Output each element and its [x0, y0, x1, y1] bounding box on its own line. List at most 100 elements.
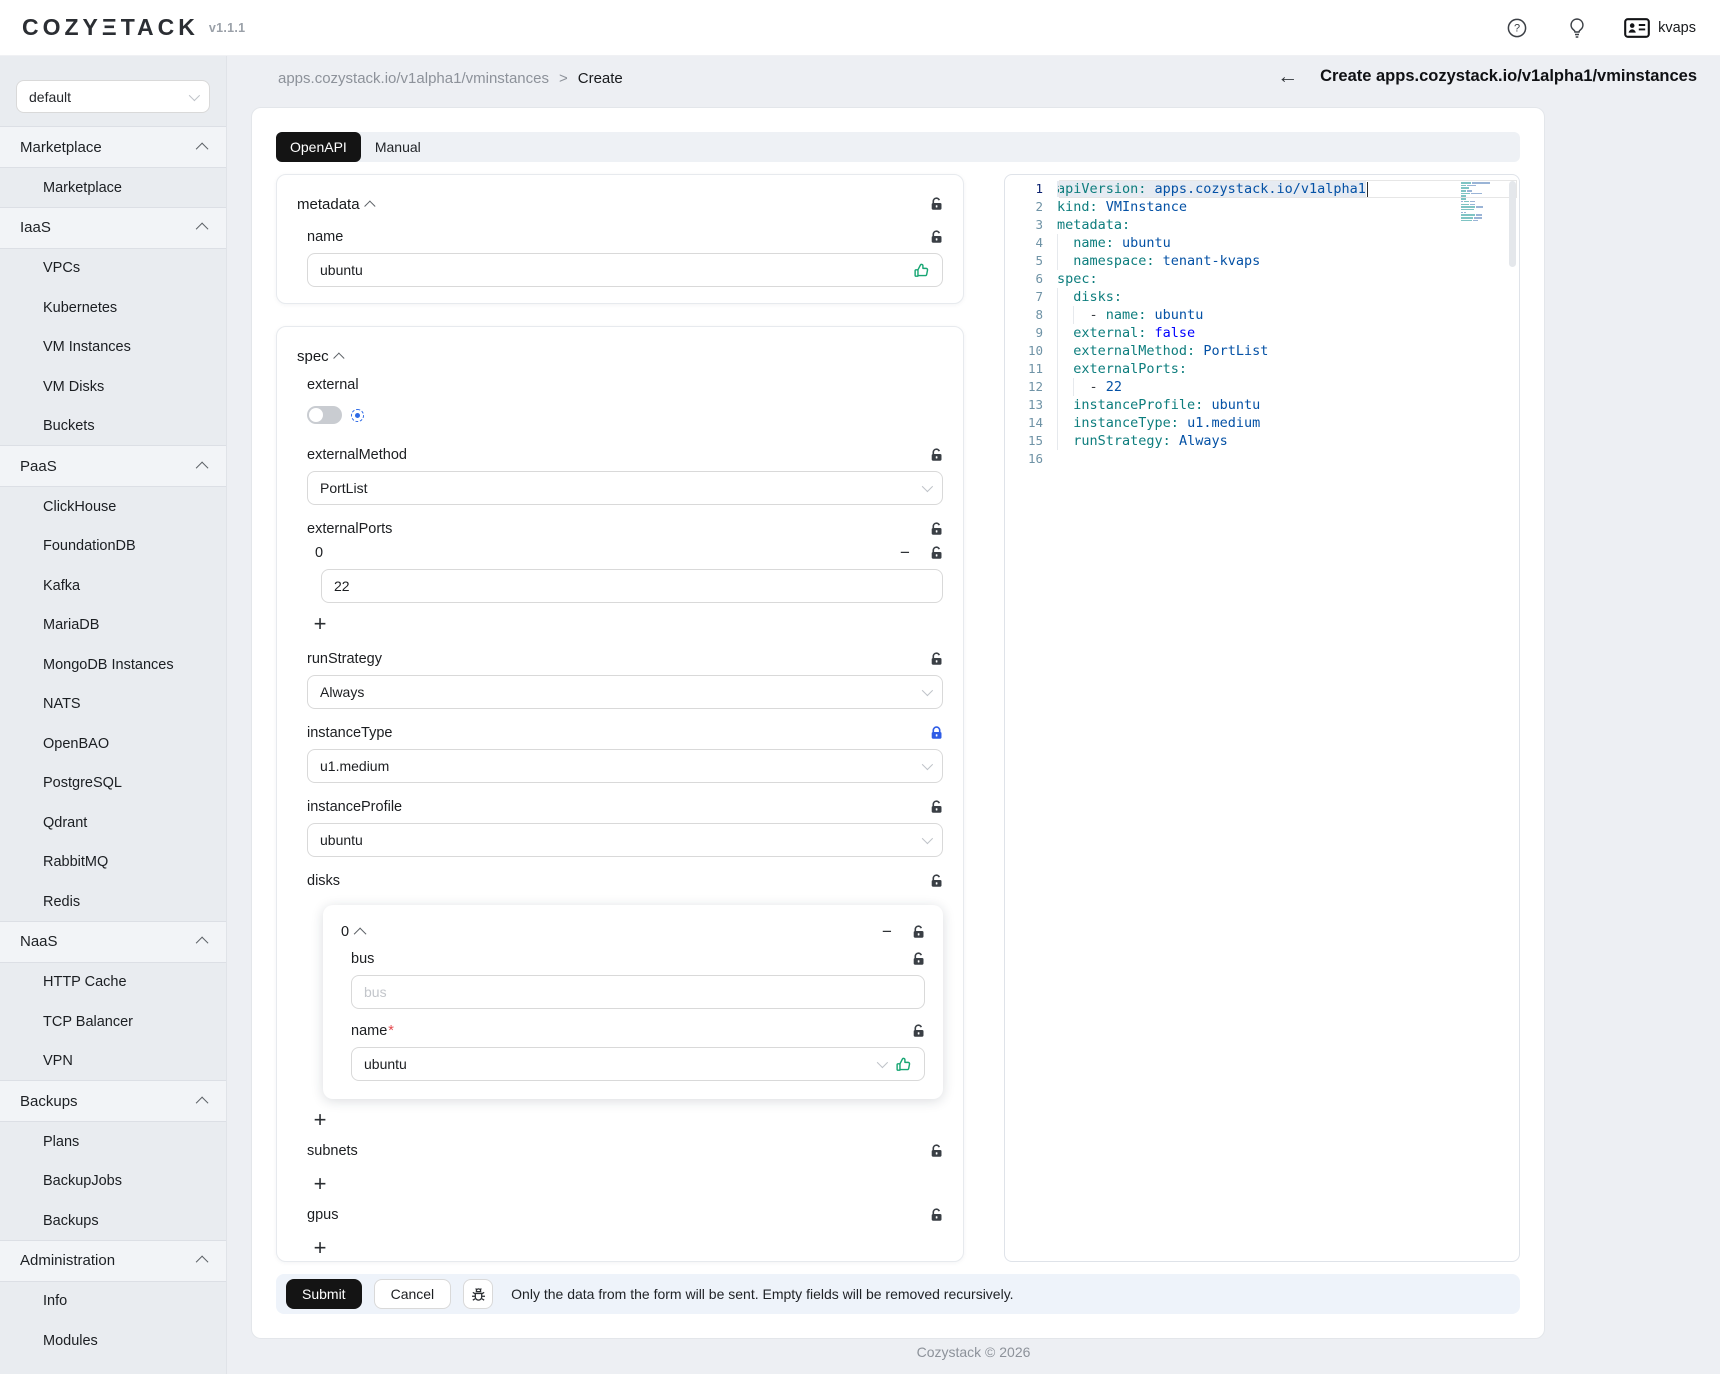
sidebar-item-nats[interactable]: NATS: [0, 685, 226, 725]
sidebar-item-vm-disks[interactable]: VM Disks: [0, 367, 226, 407]
sidebar-item-vm-instances[interactable]: VM Instances: [0, 328, 226, 368]
sidebar-item-foundationdb[interactable]: FoundationDB: [0, 527, 226, 567]
editor-minimap[interactable]: [1461, 182, 1503, 225]
disk-item-toggle[interactable]: 0: [341, 924, 366, 940]
yaml-line[interactable]: 9 external: false: [1005, 324, 1519, 342]
user-menu[interactable]: kvaps: [1624, 18, 1696, 38]
sidebar-item-backupjobs[interactable]: BackupJobs: [0, 1162, 226, 1202]
sidebar-item-rabbitmq[interactable]: RabbitMQ: [0, 843, 226, 883]
external-toggle[interactable]: [307, 406, 342, 424]
sidebar-group-paas[interactable]: PaaS: [0, 445, 226, 487]
sidebar-item-qdrant[interactable]: Qdrant: [0, 803, 226, 843]
tab-manual[interactable]: Manual: [361, 132, 435, 162]
yaml-line[interactable]: 10 externalMethod: PortList: [1005, 342, 1519, 360]
namespace-select[interactable]: default: [16, 80, 210, 113]
lock-open-icon[interactable]: [912, 1024, 925, 1038]
yaml-line[interactable]: 8 - name: ubuntu: [1005, 306, 1519, 324]
yaml-line[interactable]: 12 - 22: [1005, 378, 1519, 396]
sidebar-item-kubernetes[interactable]: Kubernetes: [0, 288, 226, 328]
instancetype-select[interactable]: u1.medium: [307, 749, 943, 783]
lock-closed-icon[interactable]: [930, 726, 943, 740]
spec-section-toggle[interactable]: spec: [297, 348, 345, 365]
sidebar-item-clickhouse[interactable]: ClickHouse: [0, 487, 226, 527]
disk-bus-input[interactable]: [364, 984, 912, 1000]
sidebar-group-iaas[interactable]: IaaS: [0, 207, 226, 249]
gpus-label: gpus: [307, 1207, 338, 1223]
runstrategy-select[interactable]: Always: [307, 675, 943, 709]
sidebar-item-redis[interactable]: Redis: [0, 882, 226, 922]
sidebar-item-buckets[interactable]: Buckets: [0, 407, 226, 447]
sidebar-group-administration[interactable]: Administration: [0, 1240, 226, 1282]
lock-open-icon[interactable]: [930, 874, 943, 888]
footer-copyright: Cozystack © 2026: [227, 1344, 1720, 1360]
metadata-section-toggle[interactable]: metadata: [297, 196, 376, 213]
lock-open-icon[interactable]: [912, 925, 925, 939]
line-number: 15: [1005, 432, 1057, 450]
sidebar-item-tcp-balancer[interactable]: TCP Balancer: [0, 1002, 226, 1042]
externalports-item-input[interactable]: [334, 578, 930, 594]
externalmethod-select[interactable]: PortList: [307, 471, 943, 505]
lock-open-icon[interactable]: [930, 230, 943, 244]
yaml-line[interactable]: 2kind: VMInstance: [1005, 198, 1519, 216]
cancel-button[interactable]: Cancel: [374, 1279, 452, 1309]
help-button[interactable]: ?: [1504, 15, 1530, 41]
sidebar-item-info[interactable]: Info: [0, 1282, 226, 1322]
lock-open-icon[interactable]: [912, 952, 925, 966]
lock-open-icon[interactable]: [930, 652, 943, 666]
lock-open-icon[interactable]: [930, 448, 943, 462]
yaml-code[interactable]: 1apiVersion: apps.cozystack.io/v1alpha12…: [1005, 175, 1519, 468]
lock-open-icon[interactable]: [930, 800, 943, 814]
add-gpu-button[interactable]: +: [305, 1233, 335, 1262]
sidebar-item-vpn[interactable]: VPN: [0, 1042, 226, 1082]
yaml-line[interactable]: 5 namespace: tenant-kvaps: [1005, 252, 1519, 270]
remove-disk-button[interactable]: −: [876, 921, 898, 943]
lock-open-icon[interactable]: [930, 197, 943, 211]
lock-open-icon[interactable]: [930, 1144, 943, 1158]
sidebar-group-backups[interactable]: Backups: [0, 1080, 226, 1122]
sidebar-item-marketplace[interactable]: Marketplace: [0, 168, 226, 208]
instanceprofile-select[interactable]: ubuntu: [307, 823, 943, 857]
metadata-name-input[interactable]: [320, 262, 913, 278]
sidebar-item-postgresql[interactable]: PostgreSQL: [0, 764, 226, 804]
add-subnet-button[interactable]: +: [305, 1169, 335, 1199]
yaml-line[interactable]: 16: [1005, 450, 1519, 468]
yaml-line[interactable]: 6spec:: [1005, 270, 1519, 288]
debug-button[interactable]: [463, 1279, 493, 1309]
yaml-line[interactable]: 1apiVersion: apps.cozystack.io/v1alpha1: [1005, 180, 1519, 198]
yaml-line[interactable]: 11 externalPorts:: [1005, 360, 1519, 378]
yaml-line[interactable]: 14 instanceType: u1.medium: [1005, 414, 1519, 432]
sidebar-group-naas[interactable]: NaaS: [0, 921, 226, 963]
yaml-line[interactable]: 15 runStrategy: Always: [1005, 432, 1519, 450]
lock-open-icon[interactable]: [930, 522, 943, 536]
remove-port-button[interactable]: −: [894, 542, 916, 564]
sidebar-item-backups[interactable]: Backups: [0, 1201, 226, 1241]
theme-toggle-button[interactable]: [1564, 15, 1590, 41]
editor-scrollbar[interactable]: [1509, 181, 1516, 267]
lock-open-icon[interactable]: [930, 546, 943, 560]
chevron-down-icon: [189, 89, 200, 100]
lock-open-icon[interactable]: [930, 1208, 943, 1222]
yaml-line[interactable]: 13 instanceProfile: ubuntu: [1005, 396, 1519, 414]
submit-button[interactable]: Submit: [286, 1279, 362, 1309]
sidebar-item-openbao[interactable]: OpenBAO: [0, 724, 226, 764]
sidebar-item-kafka[interactable]: Kafka: [0, 566, 226, 606]
sidebar-group-marketplace[interactable]: Marketplace: [0, 126, 226, 168]
yaml-line[interactable]: 4 name: ubuntu: [1005, 234, 1519, 252]
add-port-button[interactable]: +: [305, 609, 335, 639]
tab-openapi[interactable]: OpenAPI: [276, 132, 361, 162]
yaml-line[interactable]: 7 disks:: [1005, 288, 1519, 306]
line-number: 9: [1005, 324, 1057, 342]
sidebar-item-modules[interactable]: Modules: [0, 1321, 226, 1361]
sidebar-item-mariadb[interactable]: MariaDB: [0, 606, 226, 646]
add-disk-button[interactable]: +: [305, 1105, 335, 1135]
sidebar-item-mongodb-instances[interactable]: MongoDB Instances: [0, 645, 226, 685]
breadcrumb-resource-link[interactable]: apps.cozystack.io/v1alpha1/vminstances: [278, 70, 549, 87]
chevron-down-icon: [922, 481, 933, 492]
yaml-line[interactable]: 3metadata:: [1005, 216, 1519, 234]
disk-name-select[interactable]: ubuntu: [351, 1047, 925, 1081]
yaml-editor[interactable]: 1apiVersion: apps.cozystack.io/v1alpha12…: [1004, 174, 1520, 1262]
sidebar-item-plans[interactable]: Plans: [0, 1122, 226, 1162]
back-arrow-icon[interactable]: ←: [1277, 66, 1298, 87]
sidebar-item-vpcs[interactable]: VPCs: [0, 249, 226, 289]
sidebar-item-http-cache[interactable]: HTTP Cache: [0, 963, 226, 1003]
